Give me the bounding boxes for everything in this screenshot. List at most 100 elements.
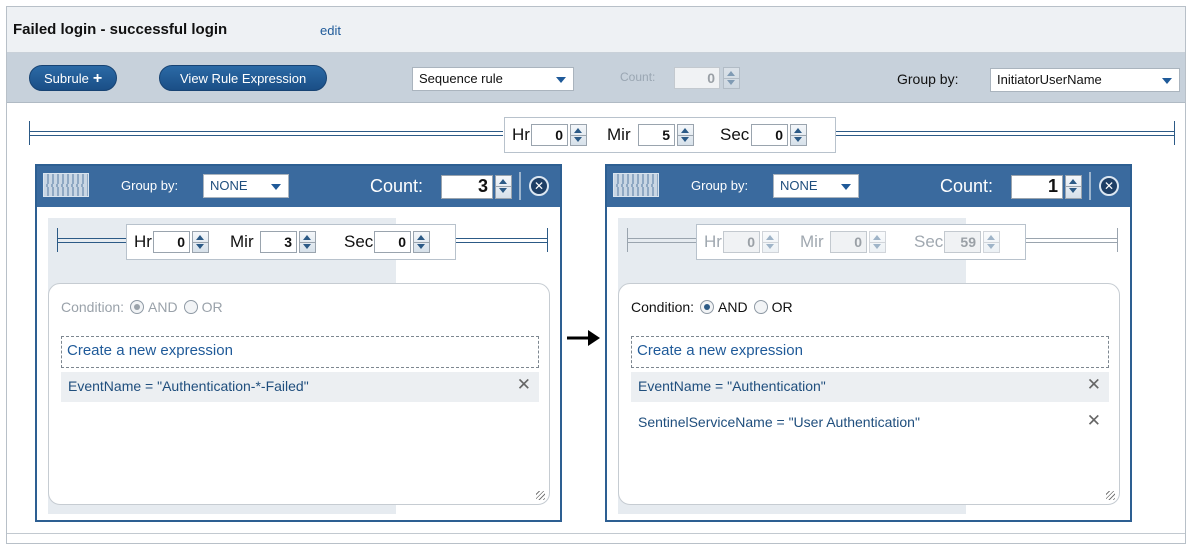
subrule-1-header: Group by: NONE Count: 3 ✕: [37, 166, 560, 207]
rule-type-value: Sequence rule: [419, 71, 503, 86]
minutes-label: Mir: [230, 232, 254, 251]
hours-input[interactable]: 0: [723, 231, 760, 253]
window-line-right-cap: [1174, 121, 1175, 145]
rule-title-bar: Failed login - successful login edit: [7, 7, 1185, 53]
and-radio[interactable]: [130, 300, 145, 314]
minutes-input[interactable]: 0: [830, 231, 867, 253]
seconds-input[interactable]: 0: [374, 231, 411, 253]
minutes-label: Mir: [607, 125, 631, 144]
spinner-icon[interactable]: [723, 67, 740, 89]
subrule-group-by-value: NONE: [780, 178, 818, 193]
subrule-count-label: Count:: [940, 176, 994, 196]
seconds-label: Sec: [344, 232, 374, 251]
close-icon[interactable]: ✕: [529, 176, 549, 196]
hours-input[interactable]: 0: [531, 124, 568, 146]
spinner-icon[interactable]: [570, 124, 587, 146]
add-subrule-button[interactable]: Subrule +: [29, 65, 118, 91]
condition-label: Condition:: [61, 299, 125, 315]
seconds-label: Sec: [720, 125, 750, 144]
and-radio[interactable]: [700, 300, 715, 314]
window-line-left: [29, 131, 503, 136]
spinner-icon[interactable]: [762, 231, 779, 253]
spinner-icon[interactable]: [299, 231, 316, 253]
spinner-icon[interactable]: [1065, 175, 1082, 199]
view-rule-expression-button[interactable]: View Rule Expression: [159, 65, 328, 91]
seconds-input[interactable]: 0: [751, 124, 788, 146]
remove-expression-icon[interactable]: ✕: [1087, 375, 1101, 395]
seconds-label: Sec: [914, 232, 944, 251]
keyboard-icon[interactable]: [613, 173, 659, 197]
subrule-group-by-label: Group by:: [121, 178, 179, 193]
rule-editor: Failed login - successful login edit Sub…: [6, 6, 1186, 544]
expression-row[interactable]: SentinelServiceName = "User Authenticati…: [631, 408, 1109, 438]
subrule-time-window: Hr 0 Mir 0 Sec 59: [696, 224, 1026, 260]
and-label: AND: [148, 299, 178, 315]
chevron-down-icon: [556, 77, 566, 83]
hours-label: Hr: [512, 125, 530, 144]
spinner-icon[interactable]: [869, 231, 886, 253]
rule-toolbar: Subrule + View Rule Expression Sequence r…: [7, 53, 1185, 103]
expression-row[interactable]: EventName = "Authentication" ✕: [631, 372, 1109, 402]
minutes-label: Mir: [800, 232, 824, 251]
expression-text: EventName = "Authentication-*-Failed": [68, 378, 309, 394]
or-label: OR: [771, 299, 793, 315]
hours-label: Hr: [134, 232, 152, 251]
remove-expression-icon[interactable]: ✕: [517, 375, 531, 395]
subrule-count-label: Count:: [370, 176, 424, 196]
header-separator: [519, 172, 521, 200]
window-line-right: [1025, 238, 1118, 243]
minutes-input[interactable]: 5: [638, 124, 675, 146]
spinner-icon[interactable]: [983, 231, 1000, 253]
expression-text: SentinelServiceName = "User Authenticati…: [638, 414, 920, 430]
or-radio[interactable]: [753, 300, 768, 314]
spinner-icon[interactable]: [192, 231, 209, 253]
rule-time-window: Hr 0 Mir 5 Sec 0: [504, 117, 836, 153]
condition-panel: Condition: AND OR Create a new expression Ev…: [48, 283, 550, 505]
window-line-right: [455, 238, 548, 243]
minutes-input[interactable]: 3: [260, 231, 297, 253]
window-line-left: [57, 238, 127, 243]
spinner-icon[interactable]: [495, 175, 512, 199]
or-label: OR: [201, 299, 223, 315]
chevron-down-icon: [841, 184, 851, 190]
spinner-icon[interactable]: [677, 124, 694, 146]
create-expression-field[interactable]: Create a new expression: [61, 336, 539, 368]
edit-title-link[interactable]: edit: [320, 23, 341, 38]
keyboard-icon[interactable]: [43, 173, 89, 197]
group-by-select[interactable]: InitiatorUserName: [990, 68, 1180, 92]
spinner-icon[interactable]: [790, 124, 807, 146]
expression-row[interactable]: EventName = "Authentication-*-Failed" ✕: [61, 372, 539, 402]
seconds-input[interactable]: 59: [944, 231, 981, 253]
resize-handle-icon[interactable]: [536, 491, 545, 500]
expression-text: EventName = "Authentication": [638, 378, 826, 394]
arrow-right-icon: [566, 328, 611, 348]
hours-label: Hr: [704, 232, 722, 251]
group-by-value: InitiatorUserName: [997, 72, 1102, 87]
header-separator: [1089, 172, 1091, 200]
resize-handle-icon[interactable]: [1106, 491, 1115, 500]
hours-input[interactable]: 0: [153, 231, 190, 253]
toolbar-count-input[interactable]: 0: [674, 67, 720, 89]
subrule-group-by-value: NONE: [210, 178, 248, 193]
window-line-right: [835, 131, 1175, 136]
group-by-label: Group by:: [897, 71, 959, 87]
subrule-2-header: Group by: NONE Count: 1 ✕: [607, 166, 1130, 207]
rule-type-select[interactable]: Sequence rule: [412, 67, 574, 91]
add-subrule-label: Subrule: [44, 71, 89, 86]
subrule-group-by-select[interactable]: NONE: [203, 174, 289, 198]
subrule-count-input[interactable]: 1: [1011, 175, 1063, 199]
condition-label: Condition:: [631, 299, 695, 315]
create-expression-field[interactable]: Create a new expression: [631, 336, 1109, 368]
spinner-icon[interactable]: [413, 231, 430, 253]
plus-icon: +: [92, 70, 103, 87]
chevron-down-icon: [1162, 78, 1172, 84]
toolbar-count-label: Count:: [620, 70, 656, 84]
remove-expression-icon[interactable]: ✕: [1087, 411, 1101, 431]
or-radio[interactable]: [183, 300, 198, 314]
condition-panel: Condition: AND OR Create a new expression Ev…: [618, 283, 1120, 505]
subrule-time-window: Hr 0 Mir 3 Sec 0: [126, 224, 456, 260]
close-icon[interactable]: ✕: [1099, 176, 1119, 196]
subrule-group-by-label: Group by:: [691, 178, 749, 193]
subrule-group-by-select[interactable]: NONE: [773, 174, 859, 198]
subrule-count-input[interactable]: 3: [441, 175, 493, 199]
